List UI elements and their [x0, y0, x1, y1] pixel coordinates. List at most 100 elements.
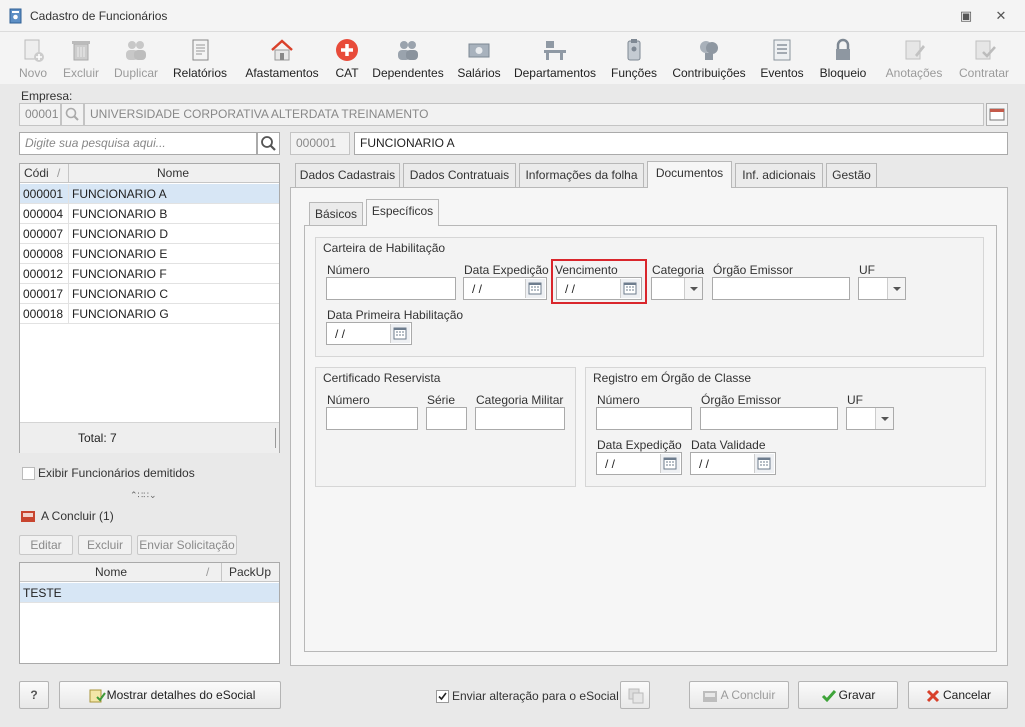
functions-button[interactable]: Funções — [609, 35, 659, 83]
splitter-handle[interactable]: ⌃∷∷⌄ — [130, 490, 157, 501]
cnh-uf-label: UF — [859, 263, 875, 277]
employee-name-field[interactable]: FUNCIONARIO A — [354, 132, 1008, 155]
sort-icon: / — [206, 565, 210, 579]
tab-informacoes-folha[interactable]: Informações da folha — [519, 163, 644, 187]
esocial-send-icon-button[interactable] — [620, 681, 650, 709]
leaves-button[interactable]: Afastamentos — [243, 35, 321, 83]
calendar-icon[interactable] — [620, 279, 640, 298]
tab-dados-contratuais[interactable]: Dados Contratuais — [403, 163, 516, 187]
company-details-button[interactable] — [986, 103, 1008, 126]
cnh-category-label: Categoria — [652, 263, 705, 277]
cnh-issuer-input[interactable] — [712, 277, 850, 300]
cnh-uf-select[interactable] — [858, 277, 906, 300]
block-button[interactable]: Bloqueio — [816, 35, 870, 83]
column-code[interactable]: Códi — [24, 166, 49, 180]
employee-search-input[interactable]: Digite sua pesquisa aqui... — [19, 132, 257, 155]
cat-button[interactable]: CAT — [331, 35, 363, 83]
grid-footer: Total: 7 — [20, 422, 279, 453]
cnh-first-date-input[interactable]: / / — [326, 322, 412, 345]
inbox-icon — [21, 511, 35, 522]
list-icon — [773, 39, 791, 61]
tab-documentos[interactable]: Documentos — [647, 161, 732, 188]
reports-button[interactable]: Relatórios — [171, 35, 229, 83]
class-issue-date-input[interactable]: / / — [596, 452, 682, 475]
table-row[interactable]: 000001 FUNCIONARIO A — [20, 184, 279, 204]
cnh-category-select[interactable] — [651, 277, 703, 300]
toolbar: Novo Excluir Duplicar Relatórios Afastam… — [0, 32, 1025, 84]
class-number-input[interactable] — [596, 407, 692, 430]
delete-button[interactable]: Excluir — [61, 35, 101, 83]
class-uf-label: UF — [847, 393, 863, 407]
reservist-category-input[interactable] — [475, 407, 565, 430]
tab-gestao[interactable]: Gestão — [826, 163, 877, 187]
hire-button[interactable]: Contratar — [956, 35, 1012, 83]
delete-pending-button[interactable]: Excluir — [78, 535, 132, 555]
note-icon — [905, 40, 925, 60]
class-validity-input[interactable]: / / — [690, 452, 776, 475]
duplicate-button[interactable]: Duplicar — [110, 35, 162, 83]
send-esocial-checkbox[interactable] — [436, 690, 449, 703]
close-window-button[interactable]: ✕ — [991, 7, 1011, 25]
column-name[interactable]: Nome — [157, 166, 189, 180]
reservist-number-input[interactable] — [326, 407, 418, 430]
house-icon — [271, 39, 293, 61]
reservist-number-label: Número — [327, 393, 370, 407]
class-issuer-input[interactable] — [700, 407, 838, 430]
calendar-icon[interactable] — [754, 454, 774, 473]
contributions-button[interactable]: Contribuições — [670, 35, 748, 83]
notes-button[interactable]: Anotações — [883, 35, 945, 83]
column-name[interactable]: Nome — [95, 565, 127, 579]
tab-inf-adicionais[interactable]: Inf. adicionais — [735, 163, 823, 187]
chevron-down-icon[interactable] — [684, 278, 702, 299]
cancel-button[interactable]: Cancelar — [908, 681, 1008, 709]
esocial-details-button[interactable]: Mostrar detalhes do eSocial — [59, 681, 281, 709]
class-number-label: Número — [597, 393, 640, 407]
salaries-button[interactable]: Salários — [457, 35, 501, 83]
table-row[interactable]: 000017 FUNCIONARIO C — [20, 284, 279, 304]
save-button[interactable]: Gravar — [798, 681, 898, 709]
calendar-icon[interactable] — [390, 324, 410, 343]
events-button[interactable]: Eventos — [759, 35, 805, 83]
table-row[interactable]: 000007 FUNCIONARIO D — [20, 224, 279, 244]
cnh-expiry-label: Vencimento — [555, 263, 618, 277]
subtab-basicos[interactable]: Básicos — [309, 202, 363, 226]
reservist-category-label: Categoria Militar — [476, 393, 564, 407]
app-icon — [9, 8, 22, 24]
dependents-button[interactable]: Dependentes — [372, 35, 444, 83]
pending-grid-header: Nome / PackUp — [20, 563, 279, 582]
departments-button[interactable]: Departamentos — [513, 35, 597, 83]
reservist-series-input[interactable] — [426, 407, 467, 430]
company-code-field: 00001 — [19, 103, 61, 126]
new-button[interactable]: Novo — [16, 35, 50, 83]
restore-button[interactable]: ▣ — [956, 7, 976, 25]
checkmark-icon — [438, 692, 447, 701]
help-button[interactable]: ? — [19, 681, 49, 709]
table-row[interactable]: TESTE — [20, 583, 279, 603]
employee-search-button[interactable] — [257, 132, 280, 155]
calendar-icon[interactable] — [525, 279, 545, 298]
window-title: Cadastro de Funcionários — [30, 9, 168, 23]
table-row[interactable]: 000012 FUNCIONARIO F — [20, 264, 279, 284]
table-row[interactable]: 000008 FUNCIONARIO E — [20, 244, 279, 264]
check-icon — [821, 690, 837, 703]
tab-dados-cadastrais[interactable]: Dados Cadastrais — [295, 163, 400, 187]
chevron-down-icon[interactable] — [875, 408, 893, 429]
calendar-icon[interactable] — [660, 454, 680, 473]
cnh-issue-date-input[interactable]: / / — [463, 277, 547, 300]
show-dismissed-checkbox[interactable] — [22, 467, 35, 480]
edit-pending-button[interactable]: Editar — [19, 535, 73, 555]
chevron-down-icon[interactable] — [887, 278, 905, 299]
table-row[interactable]: 000004 FUNCIONARIO B — [20, 204, 279, 224]
cnh-number-label: Número — [327, 263, 370, 277]
conclude-button[interactable]: A Concluir — [689, 681, 789, 709]
class-uf-select[interactable] — [846, 407, 894, 430]
send-request-button[interactable]: Enviar Solicitação — [137, 535, 237, 555]
column-packup[interactable]: PackUp — [229, 565, 271, 579]
cnh-expiry-input[interactable]: / / — [556, 277, 642, 300]
cnh-group-title: Carteira de Habilitação — [323, 241, 446, 255]
subtab-especificos[interactable]: Específicos — [366, 199, 439, 226]
class-registration-title: Registro em Órgão de Classe — [593, 371, 752, 385]
table-row[interactable]: 000018 FUNCIONARIO G — [20, 304, 279, 324]
cnh-number-input[interactable] — [326, 277, 456, 300]
report-icon — [192, 39, 209, 61]
